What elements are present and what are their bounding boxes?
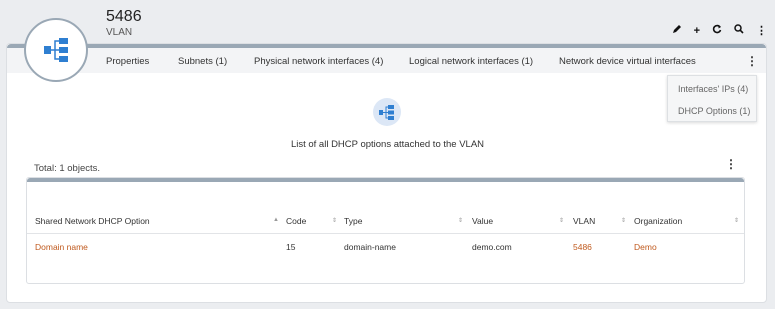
sort-icon[interactable]: ⇕ [734,217,739,224]
sort-asc-icon[interactable]: ▲ [273,217,279,223]
sort-icon[interactable]: ⇕ [559,217,564,224]
tab-bar: Properties Subnets (1) Physical network … [7,48,766,73]
list-more-icon[interactable]: ⋮ [725,157,737,171]
cell-type: domain-name [344,242,396,252]
dhcp-options-table: Shared Network DHCP Option ▲ Code ⇕ Type… [26,177,745,284]
page-header: 5486 VLAN + ⋮ [0,0,775,44]
col-header-value[interactable]: Value [472,216,493,226]
tab-virtual-interfaces[interactable]: Network device virtual interfaces [559,56,696,67]
search-icon[interactable] [734,24,744,37]
page-title: 5486 [106,8,142,25]
more-icon[interactable]: ⋮ [756,24,767,37]
tabs-overflow-menu: Interfaces' IPs (4) DHCP Options (1) [667,75,757,122]
edit-icon[interactable] [672,24,682,37]
tabs-more-icon[interactable]: ⋮ [746,54,758,68]
menu-item-interfaces-ips[interactable]: Interfaces' IPs (4) [678,84,748,94]
tab-logical-interfaces[interactable]: Logical network interfaces (1) [409,56,533,67]
cell-option[interactable]: Domain name [35,242,88,252]
sort-icon[interactable]: ⇕ [621,217,626,224]
sort-icon[interactable]: ⇕ [458,217,463,224]
cell-code: 15 [286,242,296,252]
cell-value: demo.com [472,242,512,252]
network-tree-icon [44,38,68,62]
col-header-code[interactable]: Code [286,216,306,226]
list-description: List of all DHCP options attached to the… [290,139,485,150]
col-header-type[interactable]: Type [344,216,362,226]
tab-properties[interactable]: Properties [106,56,149,67]
tab-subnets[interactable]: Subnets (1) [178,56,227,67]
page-subtitle: VLAN [106,27,133,38]
cell-vlan[interactable]: 5486 [573,242,592,252]
header-actions: + ⋮ [672,24,767,37]
col-header-option[interactable]: Shared Network DHCP Option [35,216,150,226]
cell-organization[interactable]: Demo [634,242,657,252]
dhcp-icon [373,98,401,126]
col-header-organization[interactable]: Organization [634,216,682,226]
tab-physical-interfaces[interactable]: Physical network interfaces (4) [254,56,383,67]
table-accent-bar [27,178,744,182]
refresh-icon[interactable] [712,24,722,37]
total-count: Total: 1 objects. [34,163,101,174]
sort-icon[interactable]: ⇕ [332,217,337,224]
vlan-logo [24,18,88,82]
menu-item-dhcp-options[interactable]: DHCP Options (1) [678,106,750,116]
add-icon[interactable]: + [694,25,700,37]
header-divider [27,233,744,234]
col-header-vlan[interactable]: VLAN [573,216,595,226]
